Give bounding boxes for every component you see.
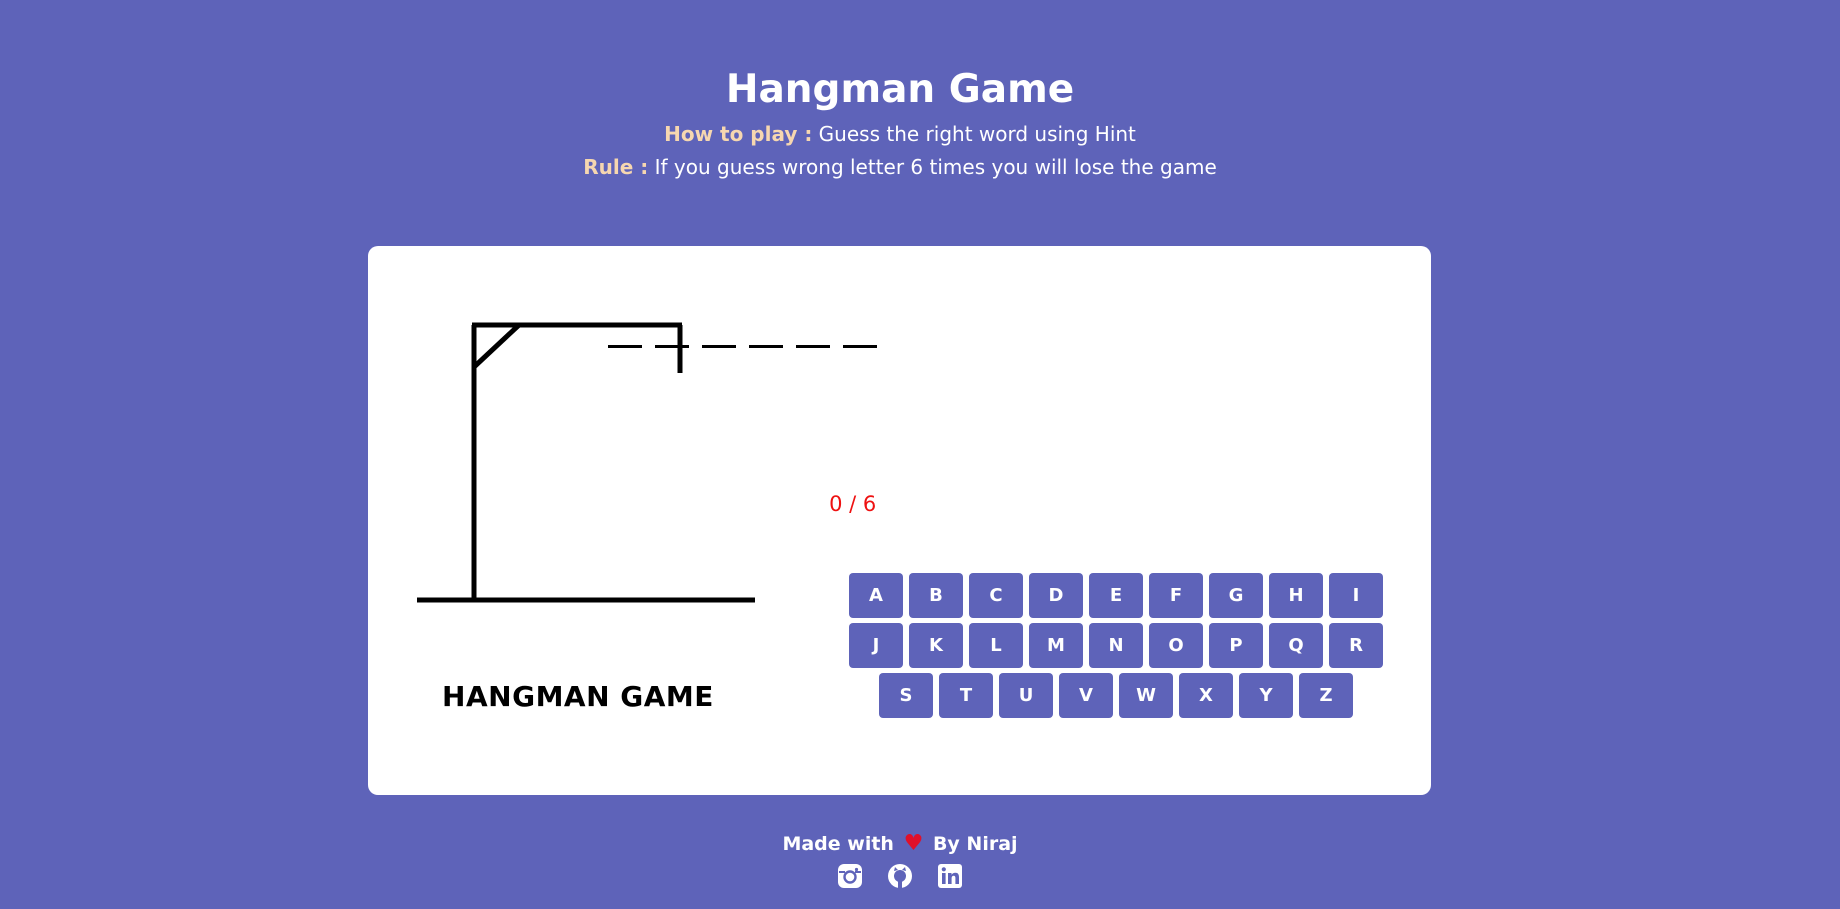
- letter-slot: [655, 345, 689, 348]
- letter-slot: [608, 345, 642, 348]
- page-title: Hangman Game: [725, 67, 1075, 112]
- letter-key-w[interactable]: W: [1119, 673, 1173, 718]
- word-display: [608, 345, 877, 348]
- letter-key-x[interactable]: X: [1179, 673, 1233, 718]
- author-text: By Niraj: [932, 833, 1018, 855]
- letter-key-c[interactable]: C: [969, 573, 1023, 618]
- letter-key-n[interactable]: N: [1089, 623, 1143, 668]
- how-to-play-text: Guess the right word using Hint: [812, 122, 1136, 146]
- heart-icon: ♥: [903, 831, 924, 856]
- how-to-play-label: How to play :: [664, 122, 813, 146]
- letter-keyboard: ABCDEFGHI JKLMNOPQR STUVWXYZ: [846, 573, 1386, 723]
- letter-key-t[interactable]: T: [939, 673, 993, 718]
- incorrect-guesses: Incorrect guesses : 0 / 6: [480, 492, 1020, 516]
- rule-label: Rule :: [583, 155, 649, 179]
- linkedin-icon[interactable]: [937, 863, 963, 889]
- game-label: HANGMAN GAME: [442, 680, 714, 713]
- letter-key-a[interactable]: A: [849, 573, 903, 618]
- hint-text: A vast system of stars, gas, and dust he…: [561, 415, 1002, 469]
- how-to-play-line: How to play : Guess the right word using…: [0, 118, 1800, 151]
- rule-text: If you guess wrong letter 6 times you wi…: [648, 155, 1217, 179]
- keyboard-row: STUVWXYZ: [846, 673, 1386, 718]
- letter-key-b[interactable]: B: [909, 573, 963, 618]
- letter-key-r[interactable]: R: [1329, 623, 1383, 668]
- letter-key-p[interactable]: P: [1209, 623, 1263, 668]
- letter-key-g[interactable]: G: [1209, 573, 1263, 618]
- letter-key-o[interactable]: O: [1149, 623, 1203, 668]
- letter-key-y[interactable]: Y: [1239, 673, 1293, 718]
- instagram-icon[interactable]: [837, 863, 863, 889]
- letter-key-h[interactable]: H: [1269, 573, 1323, 618]
- hint-label: Hint :: [498, 415, 562, 439]
- keyboard-row: ABCDEFGHI: [846, 573, 1386, 618]
- letter-key-d[interactable]: D: [1029, 573, 1083, 618]
- letter-key-v[interactable]: V: [1059, 673, 1113, 718]
- letter-key-z[interactable]: Z: [1299, 673, 1353, 718]
- page-header: Hangman Game How to play : Guess the rig…: [0, 62, 1800, 184]
- footer-credit: Made with ♥ By Niraj: [0, 829, 1800, 859]
- incorrect-guesses-label: Incorrect guesses :: [623, 492, 830, 516]
- letter-slot: [749, 345, 783, 348]
- letter-slot: [796, 345, 830, 348]
- letter-key-k[interactable]: K: [909, 623, 963, 668]
- letter-key-i[interactable]: I: [1329, 573, 1383, 618]
- letter-key-q[interactable]: Q: [1269, 623, 1323, 668]
- letter-key-e[interactable]: E: [1089, 573, 1143, 618]
- letter-key-f[interactable]: F: [1149, 573, 1203, 618]
- letter-key-s[interactable]: S: [879, 673, 933, 718]
- page-footer: Made with ♥ By Niraj: [0, 829, 1800, 889]
- social-links: [0, 863, 1800, 889]
- letter-key-u[interactable]: U: [999, 673, 1053, 718]
- github-icon[interactable]: [887, 863, 913, 889]
- letter-slot: [843, 345, 877, 348]
- letter-slot: [702, 345, 736, 348]
- incorrect-guesses-count: 0 / 6: [829, 492, 877, 516]
- letter-key-j[interactable]: J: [849, 623, 903, 668]
- hint-text-block: Hint : A vast system of stars, gas, and …: [480, 412, 1020, 472]
- gallows-brace: [472, 323, 521, 369]
- made-with-text: Made with: [782, 833, 894, 855]
- letter-key-m[interactable]: M: [1029, 623, 1083, 668]
- keyboard-row: JKLMNOPQR: [846, 623, 1386, 668]
- rule-line: Rule : If you guess wrong letter 6 times…: [0, 151, 1800, 184]
- letter-key-l[interactable]: L: [969, 623, 1023, 668]
